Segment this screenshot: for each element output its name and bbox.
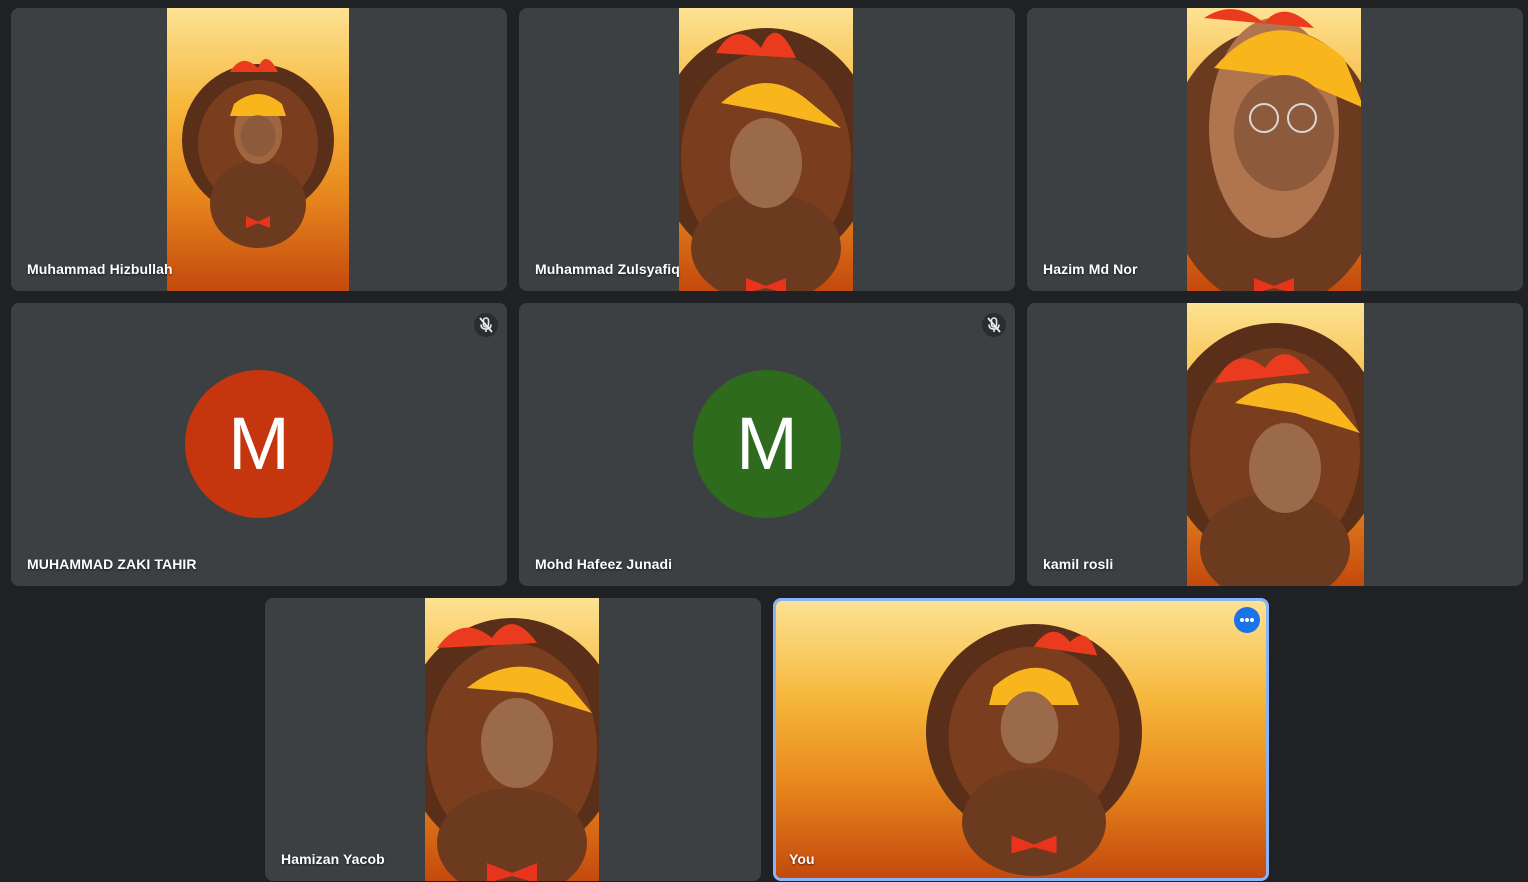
participant-name: You [789, 851, 815, 867]
self-video [776, 601, 1266, 878]
participant-name: kamil rosli [1043, 556, 1114, 572]
participant-name: Muhammad Zulsyafiq [535, 261, 680, 277]
self-tile[interactable]: You [773, 598, 1269, 881]
participant-video [167, 8, 349, 291]
participant-name: Hazim Md Nor [1043, 261, 1138, 277]
participant-video [1187, 303, 1364, 586]
mic-off-icon [474, 313, 498, 337]
more-options-button[interactable] [1234, 607, 1260, 633]
avatar: M [185, 370, 333, 518]
participant-video [679, 8, 853, 291]
participant-name: Hamizan Yacob [281, 851, 385, 867]
participant-tile[interactable]: M MUHAMMAD ZAKI TAHIR [11, 303, 507, 586]
avatar: M [693, 370, 841, 518]
mic-off-icon [982, 313, 1006, 337]
participant-name: MUHAMMAD ZAKI TAHIR [27, 556, 197, 572]
meeting-grid: Muhammad Hizbullah Muhammad Zulsyafiq Ha… [0, 0, 1528, 882]
more-options-icon [1240, 618, 1254, 622]
participant-name: Muhammad Hizbullah [27, 261, 173, 277]
participant-tile[interactable]: Hamizan Yacob [265, 598, 761, 881]
participant-video [425, 598, 599, 881]
participant-tile[interactable]: Hazim Md Nor [1027, 8, 1523, 291]
participant-tile[interactable]: kamil rosli [1027, 303, 1523, 586]
participant-name: Mohd Hafeez Junadi [535, 556, 673, 572]
participant-tile[interactable]: M Mohd Hafeez Junadi [519, 303, 1015, 586]
participant-tile[interactable]: Muhammad Hizbullah [11, 8, 507, 291]
participant-tile[interactable]: Muhammad Zulsyafiq [519, 8, 1015, 291]
participant-video [1187, 8, 1361, 291]
